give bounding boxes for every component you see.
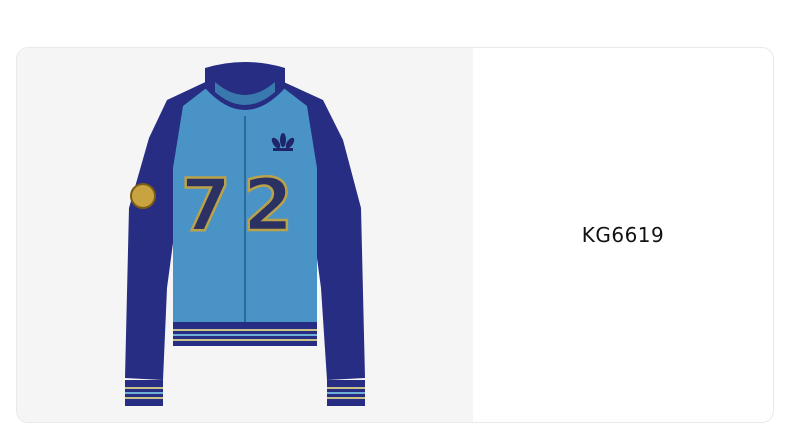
product-image[interactable]: 72	[17, 48, 473, 422]
varsity-jacket-illustration: 72	[125, 62, 365, 406]
product-sku: KG6619	[581, 223, 665, 247]
jacket-number: 72	[181, 163, 305, 247]
product-card[interactable]: 72 KG6619	[16, 47, 774, 423]
sleeve-crest-patch	[130, 183, 156, 209]
product-info: KG6619	[473, 48, 773, 422]
